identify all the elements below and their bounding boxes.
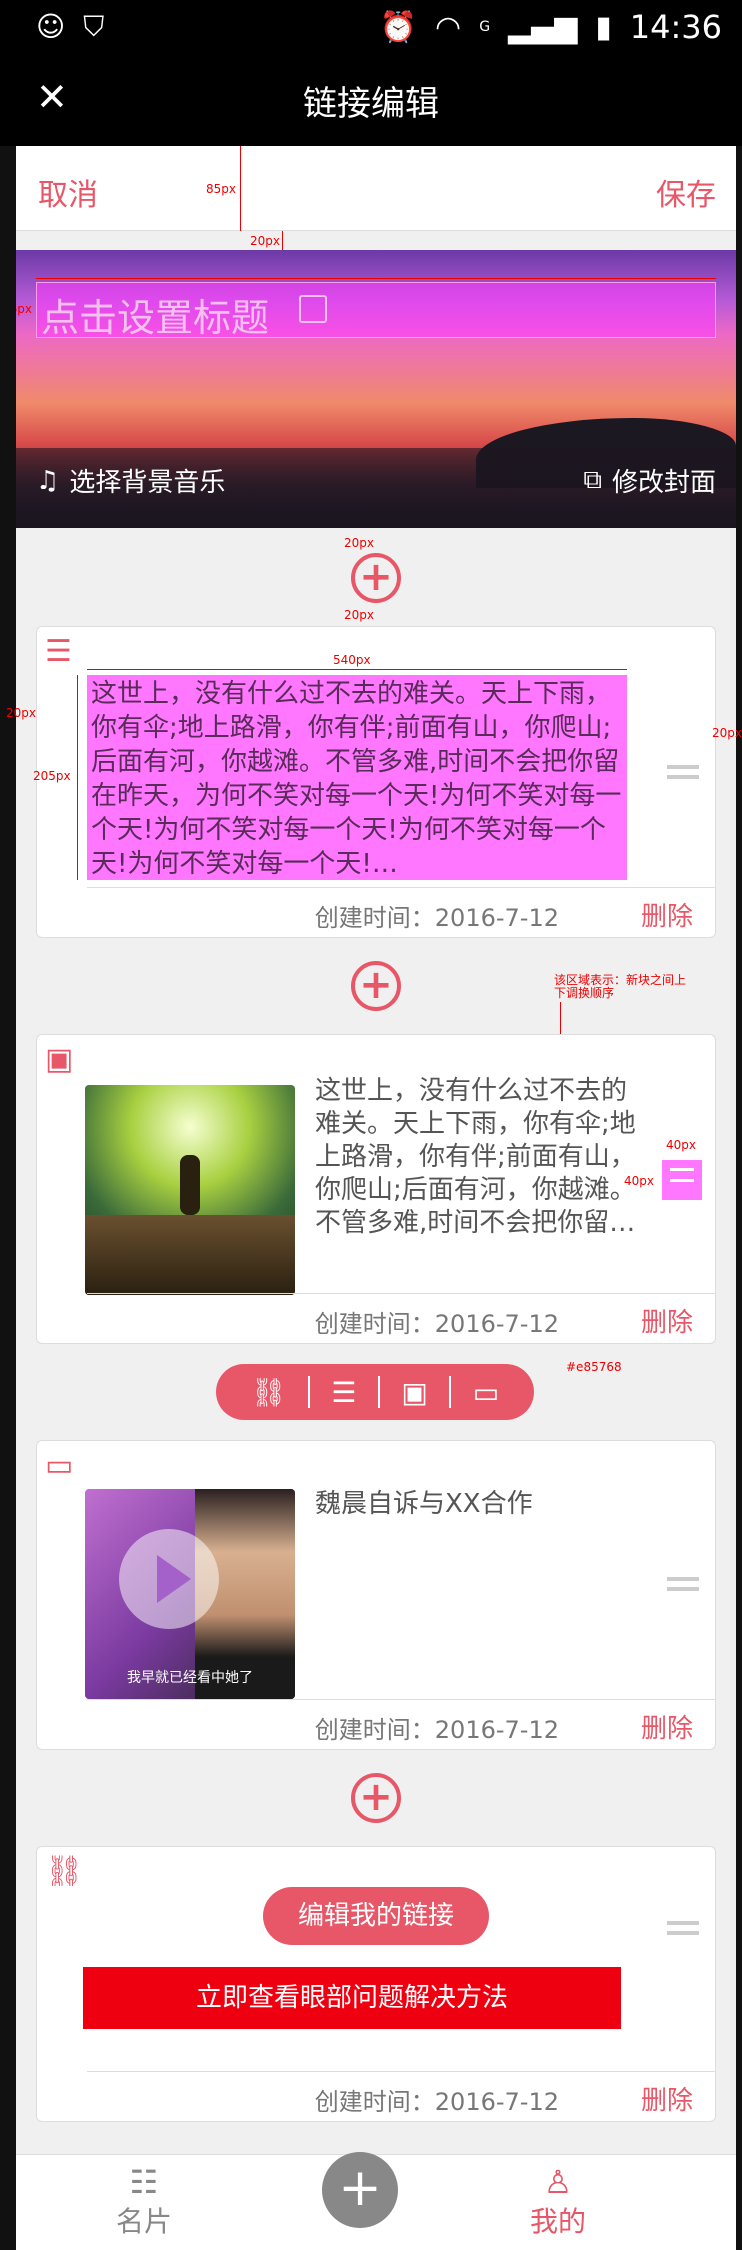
drag-handle-icon[interactable] — [662, 1160, 702, 1200]
tab-me[interactable]: ♙ 我的 — [530, 2164, 586, 2240]
add-block-button[interactable]: + — [351, 1773, 401, 1823]
add-button[interactable]: + — [322, 2152, 398, 2228]
card-list-icon: ☷ — [129, 2163, 159, 2201]
set-title-field[interactable]: 点击设置标题 — [36, 282, 716, 340]
edit-icon — [299, 295, 327, 323]
alarm-icon: ⏰ — [379, 9, 417, 45]
drag-handle-icon[interactable] — [667, 1577, 699, 1597]
image-block-card: ▣ 这世上，没有什么过不去的难关。天上下雨，你有伞;地上路滑，你有伴;前面有山，… — [36, 1034, 716, 1344]
spec-label: 205px — [33, 769, 71, 783]
shield-icon: ⛉ — [83, 10, 105, 43]
page-title: 链接编辑 — [303, 84, 439, 124]
spec-label: 20px — [344, 608, 374, 622]
status-bar: ☺ ⛉ ⏰ ◠ G ▂▄▆ ▮ 14:36 — [0, 0, 742, 52]
link-block-icon: ⛓ — [45, 1854, 84, 1889]
spec-line — [240, 146, 241, 231]
change-cover-icon: ⧉ — [583, 465, 602, 495]
title-bar: ✕ 链接编辑 — [0, 52, 742, 146]
block-footer: 创建时间：2016-7-12 删除 — [87, 1699, 715, 1749]
spec-label: 40px — [666, 1138, 696, 1152]
text-block-content[interactable]: 这世上，没有什么过不去的难关。天上下雨，你有伞;地上路滑，你有伴;前面有山，你爬… — [87, 675, 627, 880]
spec-note: 该区域表示：新块之间上下调换顺序 — [554, 973, 687, 1000]
spec-label: 20px — [6, 706, 36, 720]
text-icon[interactable]: ☰ — [331, 1376, 356, 1409]
spec-label: #e85768 — [566, 1360, 622, 1374]
image-block-icon: ▣ — [45, 1042, 74, 1077]
text-block-card: ☰ 540px 205px 这世上，没有什么过不去的难关。天上下雨，你有伞;地上… — [33, 626, 716, 938]
left-edge — [0, 146, 16, 2250]
video-thumbnail[interactable]: 我早就已经看中她了 — [85, 1489, 295, 1699]
created-date: 创建时间：2016-7-12 — [314, 2088, 559, 2116]
spec-label: 540px — [333, 653, 371, 667]
link-block-card: ⛓ 编辑我的链接 立即查看眼部问题解决方法 创建时间：2016-7-12 删除 — [36, 1846, 716, 2122]
image-icon[interactable]: ▣ — [401, 1376, 427, 1409]
wifi-icon: ◠ — [435, 9, 462, 45]
drag-handle-icon[interactable] — [667, 765, 699, 785]
spec-label: 20px — [712, 726, 742, 740]
spec-label: 85px — [206, 182, 236, 196]
created-date: 创建时间：2016-7-12 — [314, 1716, 559, 1744]
thumbnail-rock — [85, 1215, 295, 1295]
spec-line — [87, 669, 627, 670]
thumbnail-figure — [180, 1155, 200, 1215]
text-block-icon: ☰ — [45, 634, 72, 669]
background-music-button[interactable]: ♫ 选择背景音乐 — [36, 462, 225, 499]
divider — [307, 1376, 310, 1408]
user-icon: ♙ — [543, 2163, 573, 2201]
spec-label: 20px — [344, 536, 374, 550]
add-block-button[interactable]: + — [351, 553, 401, 603]
spec-line — [77, 675, 78, 880]
change-cover-button[interactable]: ⧉ 修改封面 — [583, 462, 716, 499]
tab-card-label: 名片 — [116, 2205, 173, 2238]
edit-link-button[interactable]: 编辑我的链接 — [263, 1887, 489, 1945]
created-date: 创建时间：2016-7-12 — [314, 1310, 559, 1338]
block-footer: 创建时间：2016-7-12 删除 — [87, 1293, 715, 1343]
save-button[interactable]: 保存 — [656, 170, 716, 214]
spec-label: 40px — [624, 1174, 654, 1188]
delete-button[interactable]: 删除 — [641, 1708, 693, 1745]
spec-label: 20px — [250, 234, 280, 248]
cancel-button[interactable]: 取消 — [38, 170, 98, 214]
divider — [449, 1376, 452, 1408]
spec-line — [282, 231, 283, 251]
image-thumbnail[interactable] — [85, 1085, 295, 1295]
delete-button[interactable]: 删除 — [641, 1302, 693, 1339]
music-label: 选择背景音乐 — [69, 468, 226, 498]
cover-banner[interactable]: 点击设置标题 56px ♫ 选择背景音乐 ⧉ 修改封面 — [16, 250, 736, 528]
tab-card[interactable]: ☷ 名片 — [116, 2164, 172, 2240]
image-block-text[interactable]: 这世上，没有什么过不去的难关。天上下雨，你有伞;地上路滑，你有伴;前面有山，你爬… — [315, 1075, 645, 1275]
delete-button[interactable]: 删除 — [641, 896, 693, 933]
message-icon: ☺ — [36, 10, 66, 43]
battery-icon: ▮ — [595, 9, 612, 45]
spec-line — [36, 278, 716, 279]
change-cover-label: 修改封面 — [611, 468, 716, 498]
video-caption: 我早就已经看中她了 — [127, 1670, 253, 1686]
video-icon[interactable]: ▭ — [473, 1376, 499, 1409]
block-footer: 创建时间：2016-7-12 删除 — [87, 887, 715, 937]
network-label: G — [479, 19, 491, 35]
title-placeholder: 点击设置标题 — [41, 296, 270, 340]
block-type-picker: ⛓ ☰ ▣ ▭ — [216, 1364, 534, 1420]
drag-handle-icon[interactable] — [667, 1921, 699, 1941]
tab-me-label: 我的 — [530, 2205, 587, 2238]
video-title[interactable]: 魏晨自诉与XX合作 — [315, 1483, 533, 1520]
video-block-icon: ▭ — [45, 1448, 74, 1483]
video-block-card: ▭ 我早就已经看中她了 魏晨自诉与XX合作 创建时间：2016-7-12 删除 — [36, 1440, 716, 1750]
signal-icon: ▂▄▆ — [508, 9, 578, 45]
spec-label: 56px — [16, 302, 32, 316]
divider — [377, 1376, 380, 1408]
play-icon[interactable] — [119, 1529, 219, 1629]
add-block-button[interactable]: + — [351, 961, 401, 1011]
link-preview-button[interactable]: 立即查看眼部问题解决方法 — [83, 1967, 621, 2029]
link-icon[interactable]: ⛓ — [251, 1376, 287, 1409]
clock: 14:36 — [629, 8, 722, 46]
block-footer: 创建时间：2016-7-12 删除 — [87, 2071, 715, 2121]
music-note-icon: ♫ — [36, 465, 60, 496]
right-edge — [736, 146, 742, 2250]
created-date: 创建时间：2016-7-12 — [314, 904, 559, 932]
delete-button[interactable]: 删除 — [641, 2080, 693, 2117]
action-bar: 取消 保存 — [16, 146, 736, 231]
